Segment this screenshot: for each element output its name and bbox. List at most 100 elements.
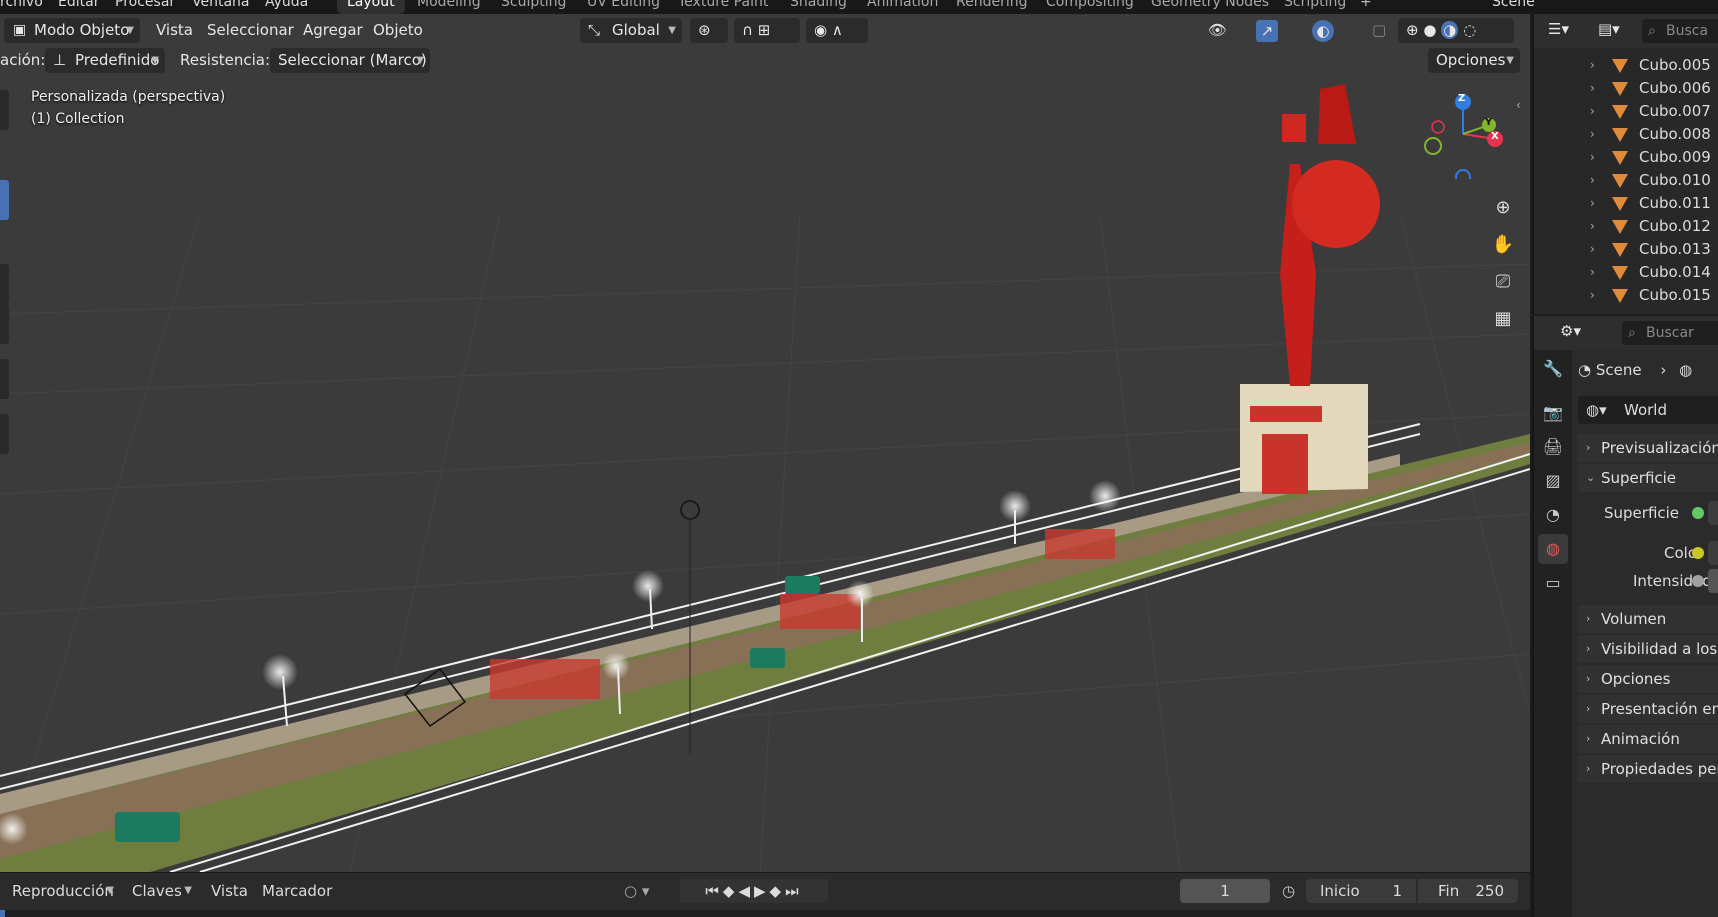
playback-menu[interactable]: Reproducción ▼ bbox=[4, 879, 120, 903]
toolbar-measure-tool[interactable] bbox=[0, 359, 9, 399]
color-field[interactable] bbox=[1708, 541, 1718, 565]
chevron-right-icon[interactable]: › bbox=[1590, 191, 1595, 216]
panel-ray-visibility[interactable]: › Visibilidad a los ra bbox=[1577, 635, 1718, 663]
frame-ruler[interactable] bbox=[0, 910, 1530, 917]
play-reverse-icon[interactable]: ◀ bbox=[738, 882, 754, 900]
play-icon[interactable]: ▶ bbox=[754, 882, 770, 900]
timeline-view-menu[interactable]: Vista bbox=[211, 879, 248, 903]
zoom-icon[interactable]: ⊕ bbox=[1488, 193, 1518, 223]
rendered-shading-icon[interactable]: ◌ bbox=[1463, 21, 1476, 39]
material-shading-icon[interactable]: ◑ bbox=[1441, 21, 1459, 39]
outliner-item[interactable]: › Cubo.013 bbox=[1534, 237, 1718, 262]
strength-socket[interactable] bbox=[1692, 575, 1704, 587]
panel-preview[interactable]: › Previsualización bbox=[1577, 434, 1718, 462]
transform-orientation-selector[interactable]: ⤡ Global ▼ bbox=[580, 18, 682, 43]
gizmo-toggle-icon[interactable]: ↗ bbox=[1256, 20, 1278, 42]
chevron-right-icon[interactable]: › bbox=[1590, 145, 1595, 170]
3d-viewport[interactable]: ▣ Modo Objeto ▼ Vista Seleccionar Agrega… bbox=[0, 14, 1530, 872]
menu-view[interactable]: Vista bbox=[156, 18, 193, 43]
menu-file[interactable]: rchivo bbox=[0, 0, 43, 10]
render-tab-icon[interactable]: 📷 bbox=[1538, 398, 1568, 428]
proportional-edit-toggle[interactable]: ◉ ∧ bbox=[806, 18, 868, 43]
tab-shading[interactable]: Shading bbox=[790, 0, 847, 10]
chevron-right-icon[interactable]: › bbox=[1590, 122, 1595, 147]
outliner-item[interactable]: › Cubo.010 bbox=[1534, 168, 1718, 193]
world-browse-icon[interactable]: ◍▾ bbox=[1586, 396, 1607, 424]
scene-tab-icon[interactable]: ◔ bbox=[1538, 500, 1568, 530]
prev-keyframe-icon[interactable]: ◆ bbox=[723, 882, 739, 900]
toolbar-transform-tool[interactable] bbox=[0, 264, 9, 304]
menu-render[interactable]: Procesar bbox=[115, 0, 175, 10]
orientation-dropdown[interactable]: ⊥ Predefinido ▼ bbox=[45, 48, 165, 73]
tab-animation[interactable]: Animation bbox=[867, 0, 938, 10]
chevron-right-icon[interactable]: › bbox=[1590, 214, 1595, 239]
outliner-item[interactable]: › Cubo.011 bbox=[1534, 191, 1718, 216]
tab-rendering[interactable]: Rendering bbox=[956, 0, 1028, 10]
jump-end-icon[interactable]: ⏭ bbox=[785, 882, 803, 900]
tab-sculpting[interactable]: Sculpting bbox=[501, 0, 566, 10]
collection-tab-icon[interactable]: ▭ bbox=[1538, 568, 1568, 598]
outliner-item[interactable]: › Cubo.012 bbox=[1534, 214, 1718, 239]
menu-window[interactable]: Ventana bbox=[192, 0, 250, 10]
toolbar-add-tool[interactable] bbox=[0, 414, 9, 454]
panel-options[interactable]: › Opciones bbox=[1577, 665, 1718, 693]
visibility-icon[interactable]: 👁 bbox=[1208, 18, 1227, 43]
next-keyframe-icon[interactable]: ◆ bbox=[770, 882, 786, 900]
tab-scripting[interactable]: Scripting bbox=[1284, 0, 1346, 10]
menu-object[interactable]: Objeto bbox=[373, 18, 423, 43]
playback-controls[interactable]: ⏮◆◀▶◆⏭ bbox=[680, 879, 828, 903]
toolbar-select-tool[interactable] bbox=[0, 90, 9, 130]
output-tab-icon[interactable]: 🖨 bbox=[1538, 432, 1568, 462]
outliner-search-input[interactable]: ⌕ Busca bbox=[1642, 19, 1718, 43]
chevron-right-icon[interactable]: › bbox=[1590, 99, 1595, 124]
panel-viewport-display[interactable]: › Presentación en v bbox=[1577, 695, 1718, 723]
chevron-right-icon[interactable]: › bbox=[1590, 237, 1595, 262]
outliner-item[interactable]: › Cubo.009 bbox=[1534, 145, 1718, 170]
world-selector[interactable]: ◍▾ World bbox=[1578, 396, 1718, 424]
pan-hand-icon[interactable]: ✋ bbox=[1488, 230, 1518, 260]
world-tab-icon[interactable]: ◍ bbox=[1538, 534, 1568, 564]
playhead[interactable] bbox=[0, 910, 5, 917]
tab-compositing[interactable]: Compositing bbox=[1046, 0, 1134, 10]
properties-search-input[interactable]: ⌕ Buscar bbox=[1622, 321, 1718, 345]
solid-shading-icon[interactable]: ● bbox=[1423, 21, 1436, 39]
end-frame-field[interactable]: Fin 250 bbox=[1418, 879, 1518, 903]
mode-selector[interactable]: ▣ Modo Objeto ▼ bbox=[4, 18, 140, 43]
add-workspace-button[interactable]: + bbox=[1360, 0, 1372, 10]
chevron-right-icon[interactable]: › bbox=[1590, 53, 1595, 78]
tool-tab-icon[interactable]: 🔧 bbox=[1538, 354, 1568, 384]
editor-type-icon[interactable]: ☰▾ bbox=[1548, 20, 1569, 38]
panel-animation[interactable]: › Animación bbox=[1577, 725, 1718, 753]
surface-socket[interactable] bbox=[1692, 507, 1704, 519]
menu-edit[interactable]: Editar bbox=[58, 0, 99, 10]
tab-texture-paint[interactable]: Texture Paint bbox=[678, 0, 768, 10]
surface-field[interactable] bbox=[1708, 501, 1718, 525]
scene-selector[interactable]: Scene bbox=[1492, 0, 1535, 10]
outliner-item[interactable]: › Cubo.007 bbox=[1534, 99, 1718, 124]
outliner-item[interactable]: › Cubo.008 bbox=[1534, 122, 1718, 147]
panel-surface[interactable]: ⌄ Superficie bbox=[1577, 464, 1718, 492]
sidebar-toggle-icon[interactable]: ‹ bbox=[1516, 98, 1521, 112]
keys-menu[interactable]: Claves ▼ bbox=[124, 879, 198, 903]
view-layer-tab-icon[interactable]: ▨ bbox=[1538, 466, 1568, 496]
start-frame-field[interactable]: Inicio 1 bbox=[1306, 879, 1416, 903]
keying-toggle-icon[interactable]: ○ ▾ bbox=[624, 879, 649, 903]
menu-select[interactable]: Seleccionar bbox=[207, 18, 294, 43]
xray-toggle-icon[interactable]: ▢ bbox=[1372, 18, 1386, 43]
pivot-selector[interactable]: ⊛ bbox=[690, 18, 728, 43]
menu-add[interactable]: Agregar bbox=[303, 18, 363, 43]
clock-icon[interactable]: ◷ bbox=[1282, 879, 1295, 903]
panel-custom-props[interactable]: › Propiedades pers bbox=[1577, 755, 1718, 783]
tab-geometry-nodes[interactable]: Geometry Nodes bbox=[1151, 0, 1269, 10]
drag-dropdown[interactable]: Seleccionar (Marco) ▼ bbox=[270, 48, 430, 73]
toolbar-annotate-tool[interactable] bbox=[0, 304, 9, 344]
chevron-right-icon[interactable]: › bbox=[1590, 168, 1595, 193]
menu-help[interactable]: Ayuda bbox=[265, 0, 308, 10]
wireframe-shading-icon[interactable]: ⊕ bbox=[1406, 21, 1419, 39]
outliner-item[interactable]: › Cubo.006 bbox=[1534, 76, 1718, 101]
jump-start-icon[interactable]: ⏮ bbox=[705, 882, 723, 900]
tab-modeling[interactable]: Modeling bbox=[417, 0, 481, 10]
navigation-gizmo[interactable]: Z X Y bbox=[1418, 89, 1508, 185]
display-mode-icon[interactable]: ▤▾ bbox=[1598, 20, 1620, 38]
toolbar-active-tool[interactable] bbox=[0, 180, 9, 220]
